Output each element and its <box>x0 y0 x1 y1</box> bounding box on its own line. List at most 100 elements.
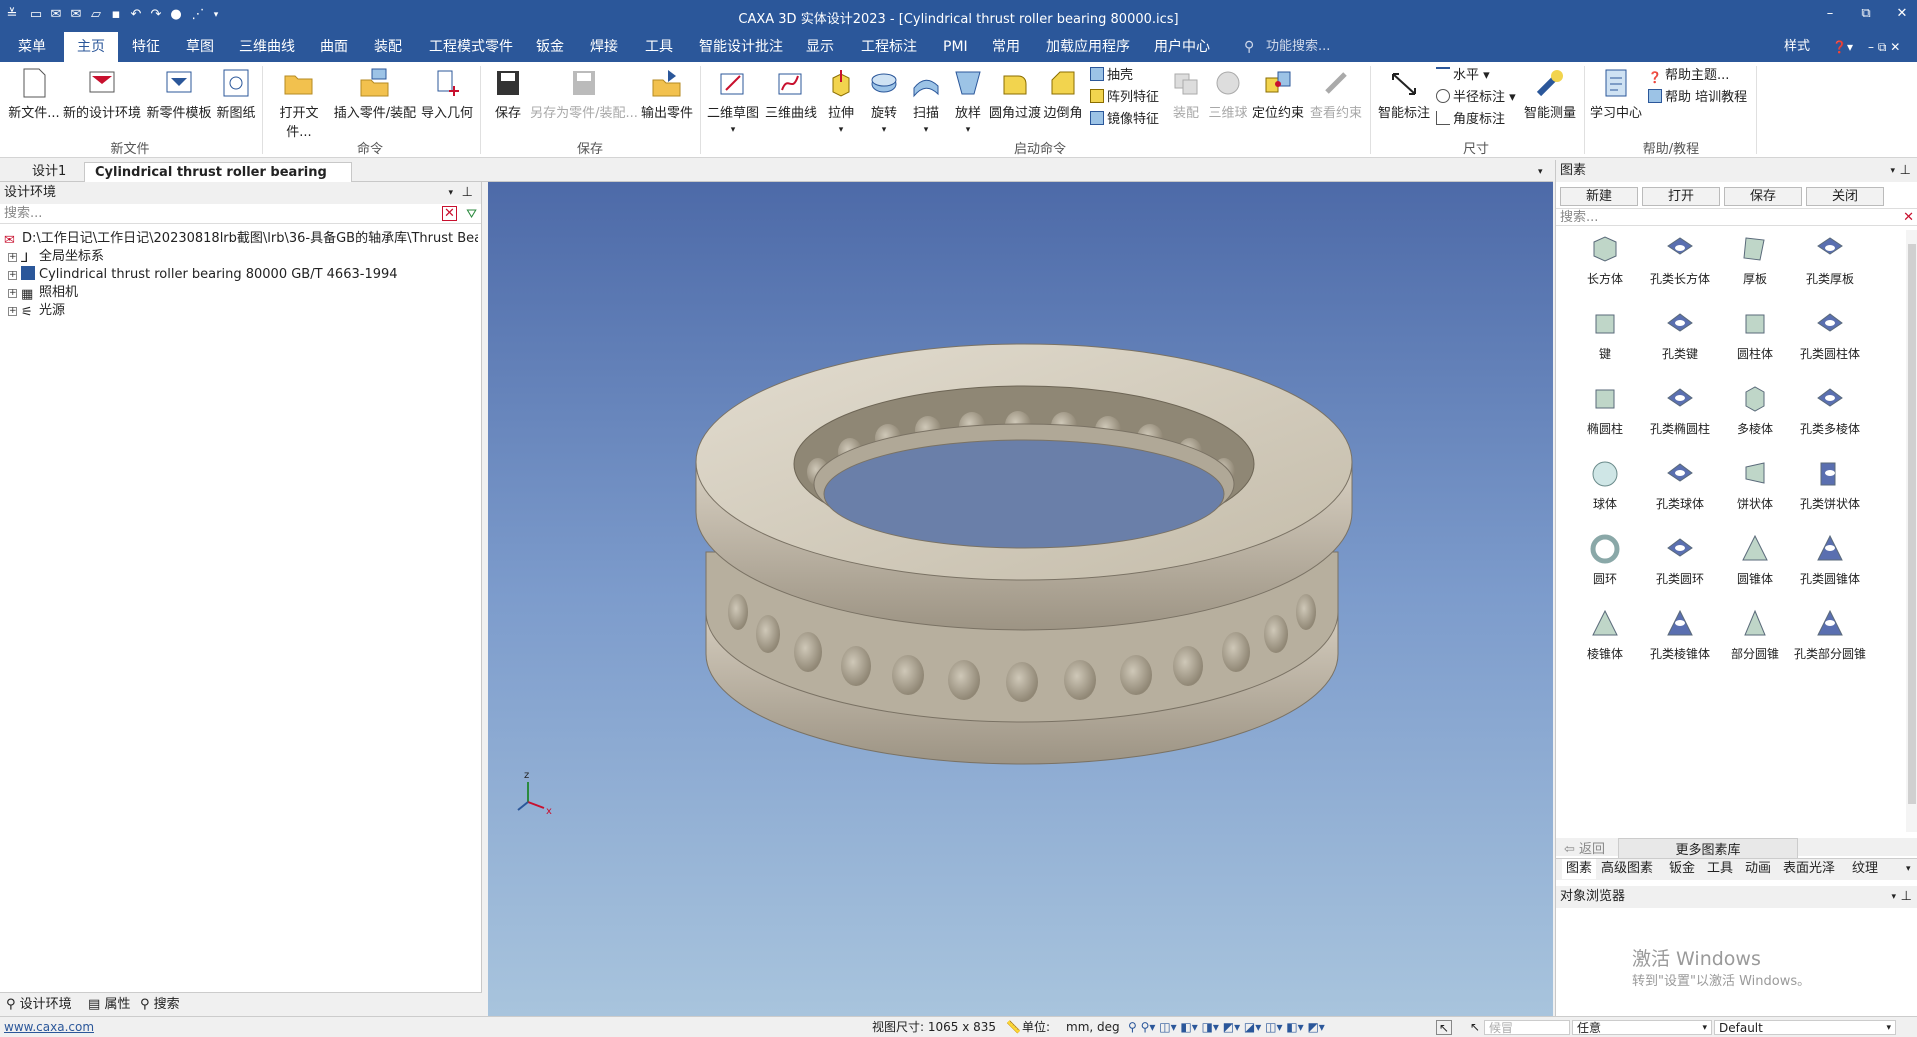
smart-dimension-button[interactable]: 智能标注 <box>1376 66 1432 121</box>
element-polygon-prism[interactable]: 多棱体 <box>1718 382 1792 437</box>
smart-measure-button[interactable]: 智能测量 <box>1520 66 1580 121</box>
tree-item-light[interactable]: + ⚟ 光源 <box>8 302 65 320</box>
horizontal-dim-button[interactable]: 水平 ▾ <box>1436 66 1490 86</box>
new-file-button[interactable]: 新文件... <box>6 66 62 121</box>
chamfer-button[interactable]: 边倒角 <box>1042 66 1084 121</box>
library-scrollbar[interactable] <box>1906 230 1917 832</box>
select-filter-dropdown[interactable]: 任意 ▾ <box>1572 1020 1712 1035</box>
tree-search-input[interactable]: 搜索... ✕ ⛛ <box>0 204 481 224</box>
extrude-button[interactable]: 拉伸 ▾ <box>822 66 860 136</box>
element-hole-cylinder[interactable]: 孔类圆柱体 <box>1793 307 1867 362</box>
save-library-button[interactable]: 保存 <box>1724 187 1802 206</box>
pointer-icon[interactable]: ↖ <box>1470 1020 1480 1035</box>
3d-ball-button[interactable]: 三维球 <box>1206 66 1250 121</box>
library-search-input[interactable]: 搜索... ✕ <box>1556 208 1917 226</box>
clear-search-icon[interactable]: ✕ <box>1903 209 1914 227</box>
tab-load-apps[interactable]: 加载应用程序 <box>1040 32 1136 62</box>
element-box[interactable]: 长方体 <box>1568 232 1642 287</box>
element-thick-plate[interactable]: 厚板 <box>1718 232 1792 287</box>
expand-icon[interactable]: + <box>8 289 17 298</box>
open-file-button[interactable]: 打开文件... <box>268 66 330 140</box>
3d-curve-button[interactable]: 三维曲线 <box>764 66 818 121</box>
website-link[interactable]: www.caxa.com <box>4 1020 94 1035</box>
insert-part-button[interactable]: 插入零件/装配 <box>332 66 418 121</box>
expand-icon[interactable]: + <box>8 307 17 316</box>
radius-dim-button[interactable]: 半径标注 ▾ <box>1436 88 1516 108</box>
tab-surface-gloss[interactable]: 表面光泽 <box>1783 859 1835 879</box>
style-menu[interactable]: 样式 <box>1778 32 1816 62</box>
tab-sheet-metal-lib[interactable]: 钣金 <box>1669 859 1695 879</box>
tree-item-global-coords[interactable]: + ⅃ 全局坐标系 <box>8 248 104 266</box>
element-key[interactable]: 键 <box>1568 307 1642 362</box>
tab-advanced-elements[interactable]: 高级图素 <box>1601 859 1653 879</box>
select-arrow-icon[interactable]: ↖ <box>1436 1020 1452 1035</box>
tab-surface[interactable]: 曲面 <box>314 32 354 62</box>
tab-welding[interactable]: 焊接 <box>584 32 624 62</box>
more-libraries-button[interactable]: 更多图素库 <box>1618 838 1798 859</box>
tab-texture[interactable]: 纹理 <box>1852 859 1878 879</box>
tab-user-center[interactable]: 用户中心 <box>1148 32 1216 62</box>
tab-eng-dimension[interactable]: 工程标注 <box>855 32 923 62</box>
help-topics-button[interactable]: ❓ 帮助主题... <box>1648 66 1729 86</box>
tab-design-environment[interactable]: ⚲ 设计环境 <box>6 996 72 1014</box>
tree-item-bearing[interactable]: + Cylindrical thrust roller bearing 80000… <box>8 266 398 284</box>
sweep-button[interactable]: 扫描 ▾ <box>906 66 946 136</box>
doc-tab-design1[interactable]: 设计1 <box>22 162 76 182</box>
tab-properties[interactable]: ▤ 属性 <box>88 996 130 1014</box>
pattern-feature-button[interactable]: 阵列特征 <box>1090 88 1159 108</box>
tab-engineering-part[interactable]: 工程模式零件 <box>423 32 519 62</box>
bearing-model[interactable]: z x <box>488 182 1553 1016</box>
new-drawing-button[interactable]: 新图纸 <box>214 66 258 121</box>
element-partial-cone[interactable]: 部分圆锥 <box>1718 607 1792 662</box>
element-hole-pyramid[interactable]: 孔类棱锥体 <box>1643 607 1717 662</box>
element-hole-elliptic-cylinder[interactable]: 孔类椭圆柱 <box>1643 382 1717 437</box>
tree-root[interactable]: ✉ D:\工作日记\工作日记\20230818lrb截图\lrb\36-具备GB的… <box>4 230 478 248</box>
shell-button[interactable]: 抽壳 <box>1090 66 1133 86</box>
tab-3d-curve[interactable]: 三维曲线 <box>233 32 301 62</box>
view-constraint-button[interactable]: 查看约束 <box>1306 66 1366 121</box>
tab-display[interactable]: 显示 <box>800 32 840 62</box>
element-hole-key[interactable]: 孔类键 <box>1643 307 1717 362</box>
clear-search-icon[interactable]: ✕ <box>442 206 457 221</box>
tab-tools[interactable]: 工具 <box>639 32 679 62</box>
zoom-icons[interactable]: ⚲ ⚲▾ ◫▾ ◧▾ ◨▾ ◩▾ ◪▾ ◫▾ ◧▾ ◩▾ <box>1128 1020 1325 1035</box>
element-pyramid[interactable]: 棱锥体 <box>1568 607 1642 662</box>
tab-elements[interactable]: 图素 <box>1562 859 1597 879</box>
style-dropdown[interactable]: Default ▾ <box>1714 1020 1896 1035</box>
element-hole-torus[interactable]: 孔类圆环 <box>1643 532 1717 587</box>
loft-button[interactable]: 放样 ▾ <box>948 66 988 136</box>
element-hole-pie[interactable]: 孔类饼状体 <box>1793 457 1867 512</box>
element-hole-sphere[interactable]: 孔类球体 <box>1643 457 1717 512</box>
fillet-button[interactable]: 圆角过渡 <box>988 66 1042 121</box>
expand-icon[interactable]: + <box>8 253 17 262</box>
tab-sketch[interactable]: 草图 <box>180 32 220 62</box>
panel-menu-icon[interactable]: ▾ <box>1890 160 1895 182</box>
minimize-button[interactable]: – <box>1815 6 1845 26</box>
tab-home[interactable]: 主页 <box>64 32 118 62</box>
tabs-more-icon[interactable]: ▾ <box>1906 859 1911 879</box>
function-search-input[interactable]: 功能搜索... <box>1260 32 1336 62</box>
new-design-env-button[interactable]: 新的设计环境 <box>62 66 142 121</box>
new-library-button[interactable]: 新建 <box>1560 187 1638 206</box>
tab-feature[interactable]: 特征 <box>126 32 166 62</box>
tab-search[interactable]: ⚲ 搜索 <box>140 996 180 1014</box>
tab-list-icon[interactable]: ▾ <box>1528 162 1553 182</box>
2d-sketch-button[interactable]: 二维草图 ▾ <box>706 66 760 136</box>
save-as-button[interactable]: 另存为零件/装配... <box>528 66 640 121</box>
element-hole-partial-cone[interactable]: 孔类部分圆锥 <box>1793 607 1867 662</box>
assembly-button[interactable]: 装配 <box>1166 66 1206 121</box>
tab-common[interactable]: 常用 <box>986 32 1026 62</box>
3d-viewport[interactable]: z x <box>488 182 1553 1016</box>
learning-center-button[interactable]: 学习中心 <box>1588 66 1644 121</box>
open-library-button[interactable]: 打开 <box>1642 187 1720 206</box>
pin-icon[interactable]: ⊥ <box>1901 886 1912 908</box>
position-constraint-button[interactable]: 定位约束 <box>1250 66 1306 121</box>
tab-assembly[interactable]: 装配 <box>368 32 408 62</box>
export-part-button[interactable]: 输出零件 <box>640 66 694 121</box>
restore-button[interactable]: ⧉ <box>1851 6 1881 26</box>
close-button[interactable]: ✕ <box>1887 6 1917 26</box>
new-part-template-button[interactable]: 新零件模板 <box>144 66 214 121</box>
tab-smart-design[interactable]: 智能设计批注 <box>693 32 789 62</box>
import-geometry-button[interactable]: 导入几何 <box>420 66 474 121</box>
tab-animation[interactable]: 动画 <box>1745 859 1771 879</box>
